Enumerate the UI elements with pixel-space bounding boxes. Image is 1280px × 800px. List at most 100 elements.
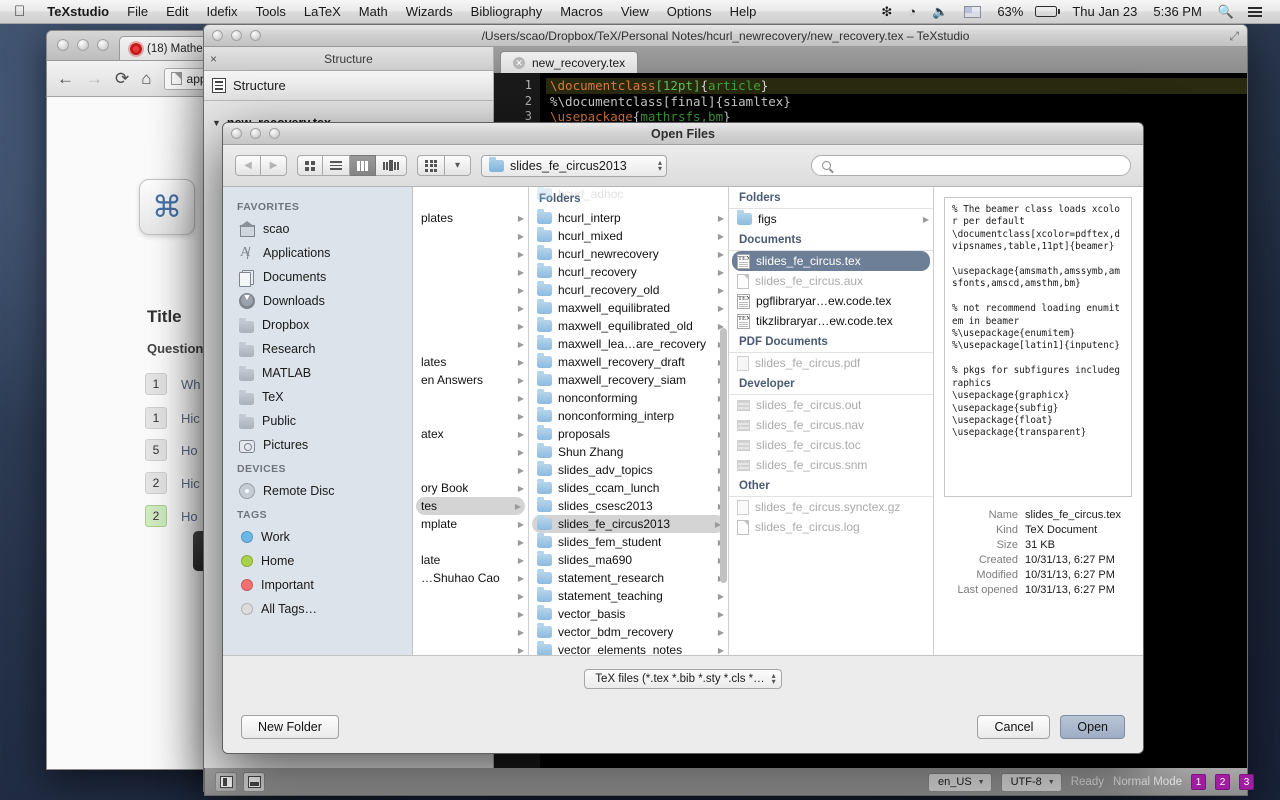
- menu-item-wizards[interactable]: Wizards: [397, 4, 462, 19]
- toggle-bottompanel-button[interactable]: [243, 771, 265, 792]
- list-item[interactable]: hcurl_interp ▶: [529, 209, 728, 227]
- list-item[interactable]: ▶: [413, 461, 528, 479]
- list-item[interactable]: slides_fe_circus.aux: [729, 271, 933, 291]
- list-item[interactable]: TEX tikzlibraryar…ew.code.tex: [729, 311, 933, 331]
- back-button[interactable]: ◀: [235, 155, 261, 176]
- list-item[interactable]: hcurl_newrecovery ▶: [529, 245, 728, 263]
- sidebar-item-all-tags[interactable]: All Tags…: [223, 597, 412, 621]
- menu-item-bibliography[interactable]: Bibliography: [462, 4, 552, 19]
- cancel-button[interactable]: Cancel: [977, 715, 1051, 739]
- path-popup-button[interactable]: slides_fe_circus2013 ▴ ▾: [481, 154, 667, 177]
- sidebar-item-tex[interactable]: TeX: [223, 385, 412, 409]
- list-item[interactable]: slides_fe_circus.snm: [729, 455, 933, 475]
- open-files-dialog[interactable]: Open Files ◀ ▶ ▾ slides_fe_circus2013 ▴ ▾…: [222, 122, 1144, 754]
- list-item[interactable]: ▶: [413, 641, 528, 655]
- list-item[interactable]: hcurl_recovery_old ▶: [529, 281, 728, 299]
- badge-2[interactable]: 2: [1215, 774, 1230, 790]
- icon-view-button[interactable]: [297, 155, 323, 176]
- structure-tab[interactable]: Structure: [204, 71, 493, 101]
- minimize-button[interactable]: [77, 39, 89, 51]
- list-item[interactable]: statement_teaching ▶: [529, 587, 728, 605]
- list-view-button[interactable]: [323, 155, 350, 176]
- macos-menubar[interactable]:  TeXstudio File Edit Idefix Tools LaTeX…: [0, 0, 1280, 24]
- list-item[interactable]: vector_basis ▶: [529, 605, 728, 623]
- badge-3[interactable]: 3: [1239, 774, 1254, 790]
- column-view-button[interactable]: [350, 155, 376, 176]
- list-item[interactable]: slides_fe_circus.nav: [729, 415, 933, 435]
- list-item[interactable]: ▶: [413, 245, 528, 263]
- dialog-sidebar[interactable]: FAVORITES scao Applications Documents Downlo…: [223, 187, 413, 655]
- list-item[interactable]: tes ▶: [416, 497, 525, 515]
- menu-item-texstudio[interactable]: TeXstudio: [38, 4, 118, 19]
- coverflow-view-button[interactable]: [376, 155, 407, 176]
- list-item[interactable]: hcurl_recovery ▶: [529, 263, 728, 281]
- home-icon[interactable]: ⌂: [141, 69, 151, 89]
- sidebar-item-applications[interactable]: Applications: [223, 241, 412, 265]
- list-item[interactable]: slides_fe_circus.log: [729, 517, 933, 537]
- sidebar-item-documents[interactable]: Documents: [223, 265, 412, 289]
- spotlight-search-icon[interactable]: 🔍: [1210, 4, 1242, 20]
- list-item[interactable]: 2 Ho: [145, 505, 198, 527]
- search-field[interactable]: [811, 155, 1131, 176]
- list-item[interactable]: ▶: [413, 623, 528, 641]
- list-item[interactable]: late ▶: [413, 551, 528, 569]
- editor-tab[interactable]: ✕ new_recovery.tex: [500, 51, 639, 73]
- list-item[interactable]: ▶: [413, 335, 528, 353]
- list-item[interactable]: ▶: [413, 281, 528, 299]
- list-item[interactable]: slides_fe_circus.out: [729, 395, 933, 415]
- arrange-dropdown-button[interactable]: ▾: [445, 155, 471, 176]
- sidebar-item-public[interactable]: Public: [223, 409, 412, 433]
- list-item[interactable]: slides_adv_topics▶: [529, 461, 728, 479]
- list-item[interactable]: 1 Hic: [145, 407, 200, 429]
- menu-item-file[interactable]: File: [118, 4, 157, 19]
- list-item[interactable]: 2 Hic: [145, 472, 200, 494]
- menu-item-idefix[interactable]: Idefix: [197, 4, 246, 19]
- list-item[interactable]: slides_fem_student▶: [529, 533, 728, 551]
- arrange-menu[interactable]: ▾: [417, 155, 471, 176]
- list-item[interactable]: slides_csesc2013▶: [529, 497, 728, 515]
- list-item[interactable]: nonconforming▶: [529, 389, 728, 407]
- forward-button[interactable]: ▶: [261, 155, 287, 176]
- encoding-selector[interactable]: UTF-8 ▼: [1000, 772, 1062, 792]
- list-item[interactable]: …Shuhao Cao ▶: [413, 569, 528, 587]
- menu-item-options[interactable]: Options: [658, 4, 721, 19]
- list-item[interactable]: ▶: [413, 263, 528, 281]
- open-button[interactable]: Open: [1060, 715, 1125, 739]
- list-item[interactable]: slides_fe_circus.toc: [729, 435, 933, 455]
- list-item[interactable]: ▶: [413, 605, 528, 623]
- file-type-filter[interactable]: TeX files (*.tex *.bib *.sty *.cls *… ▴ ▾: [584, 668, 782, 689]
- minimize-button[interactable]: [231, 30, 242, 41]
- navigation-buttons[interactable]: ◀ ▶: [235, 155, 287, 176]
- wifi-icon[interactable]: ◔: [900, 4, 924, 19]
- list-item[interactable]: ory Book ▶: [413, 479, 528, 497]
- close-button[interactable]: [212, 30, 223, 41]
- file-column-1[interactable]: plates ▶ ▶ ▶ ▶ ▶ ▶ ▶ ▶ lates ▶ en Answers ▶ ▶ ▶ atex ▶ ▶ ▶…: [413, 187, 529, 655]
- file-column-3[interactable]: Folders figs ▶ Documents TEX slides_fe_circus…: [729, 187, 934, 655]
- menu-item-macros[interactable]: Macros: [551, 4, 612, 19]
- language-selector[interactable]: en_US ▼: [928, 772, 992, 792]
- fullscreen-icon[interactable]: ⤢: [1229, 29, 1239, 44]
- menu-item-edit[interactable]: Edit: [157, 4, 197, 19]
- sidebar-item-downloads[interactable]: Downloads: [223, 289, 412, 313]
- sidebar-item-research[interactable]: Research: [223, 337, 412, 361]
- scrollbar[interactable]: [720, 189, 727, 653]
- arrange-button[interactable]: [417, 155, 445, 176]
- column-browser[interactable]: plates ▶ ▶ ▶ ▶ ▶ ▶ ▶ ▶ lates ▶ en Answers ▶ ▶ ▶ atex ▶ ▶ ▶…: [413, 187, 1143, 655]
- list-item[interactable]: ▶: [413, 389, 528, 407]
- zoom-button[interactable]: [97, 39, 109, 51]
- volume-icon[interactable]: 🔈: [924, 4, 956, 20]
- list-item[interactable]: 5 Ho: [145, 439, 198, 461]
- menu-item-view[interactable]: View: [612, 4, 658, 19]
- menu-item-tools[interactable]: Tools: [247, 4, 295, 19]
- sidebar-item-home[interactable]: Home: [223, 549, 412, 573]
- list-item[interactable]: ▶: [413, 533, 528, 551]
- sidebar-item-work[interactable]: Work: [223, 525, 412, 549]
- search-input[interactable]: [837, 158, 1120, 173]
- list-item[interactable]: lates ▶: [413, 353, 528, 371]
- list-item[interactable]: figs ▶: [729, 209, 933, 229]
- list-item[interactable]: maxwell_equilibrated_old ▶: [529, 317, 728, 335]
- list-item[interactable]: Shun Zhang▶: [529, 443, 728, 461]
- list-item[interactable]: slides_fe_circus.synctex.gz: [729, 497, 933, 517]
- list-item[interactable]: 1 Wh: [145, 373, 201, 395]
- notification-center-icon[interactable]: [1242, 6, 1272, 17]
